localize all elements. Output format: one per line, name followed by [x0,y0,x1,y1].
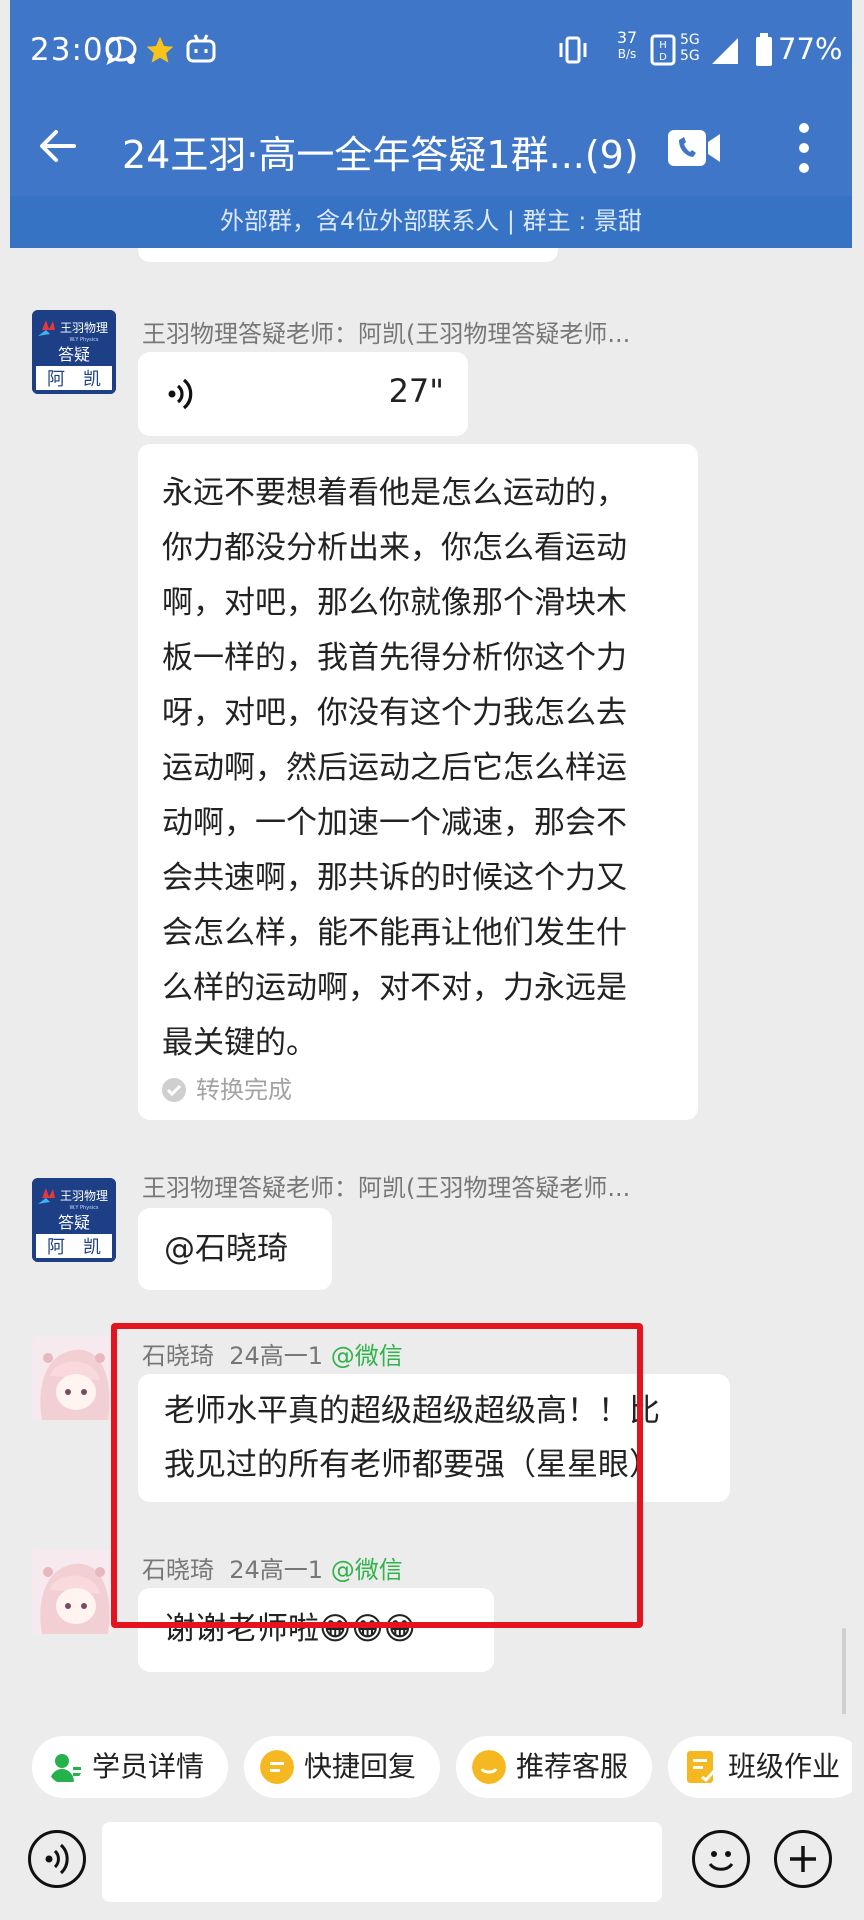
group-info-bar[interactable]: 外部群，含4位外部联系人 | 群主 : 景甜 [10,196,852,248]
voice-duration: 27" [388,372,444,410]
svg-text:阿 凯: 阿 凯 [47,1237,101,1258]
app-header: 23:00 37 B/s HD 5G 5G 77% 24王羽·高一全年答疑1群.… [10,0,852,196]
message-input[interactable] [102,1822,662,1902]
battery-icon [756,33,772,66]
user-detail-icon [50,1754,81,1782]
title-bar: 24王羽·高一全年答疑1群...(9) [10,104,852,196]
emoji-icon[interactable] [692,1830,750,1888]
group-title: 24王羽·高一全年答疑1群...(9) [122,133,639,177]
transcript-status: 转换完成 [162,1070,292,1105]
message-text: @石晓琦 [164,1231,288,1267]
text-message[interactable]: @石晓琦 [138,1208,332,1290]
signal-icon [712,38,738,64]
voice-message[interactable]: 27" [138,352,468,436]
arrow-left-icon[interactable] [34,122,82,170]
previous-message-tail [138,248,558,262]
sender-name: 王羽物理答疑老师：阿凯(王羽物理答疑老师... [142,320,631,348]
net-speed: 37 B/s [616,28,638,62]
avatar[interactable] [32,1550,116,1634]
highlight-box [111,1323,643,1628]
svg-text:王羽物理: 王羽物理 [60,1189,108,1203]
teacher-avatar-image: 王羽物理 W.Y Physics 答疑 阿 凯 [32,1178,116,1262]
scrollbar[interactable] [842,1628,846,1714]
plus-icon[interactable] [774,1830,832,1888]
input-bar [10,1818,852,1920]
chip-student-detail[interactable]: 学员详情 [32,1736,228,1798]
sender-name: 王羽物理答疑老师：阿凯(王羽物理答疑老师... [142,1174,631,1202]
chat-bubble-icon [105,36,137,65]
quick-reply-icon [260,1750,294,1784]
service-icon [472,1750,506,1784]
voice-play-icon [168,378,193,410]
svg-text:D: D [659,52,667,63]
svg-text:阿 凯: 阿 凯 [47,369,101,390]
star-icon [146,36,174,63]
screen-edge [0,0,10,1920]
chip-class-homework[interactable]: 班级作业 [668,1736,864,1798]
hd-icon: HD [650,34,676,66]
chat-list[interactable]: 王羽物理 W.Y Physics 答疑 阿 凯 王羽物理答疑老师：阿凯(王羽物理… [10,248,852,1714]
status-bar: 23:00 37 B/s HD 5G 5G 77% [10,0,852,104]
quick-action-bar: 学员详情 快捷回复 推荐客服 班级作业 [10,1714,864,1818]
student-avatar-image [32,1336,116,1420]
chip-recommend-service[interactable]: 推荐客服 [456,1736,652,1798]
chip-quick-reply[interactable]: 快捷回复 [244,1736,440,1798]
svg-text:王羽物理: 王羽物理 [60,321,108,335]
avatar[interactable] [32,1336,116,1420]
svg-text:H: H [659,40,667,51]
check-circle-icon [162,1078,186,1102]
more-vertical-icon[interactable] [790,120,818,176]
screen-edge [852,0,864,1920]
voice-input-icon[interactable] [28,1830,86,1888]
svg-text:W.Y Physics: W.Y Physics [69,1205,98,1211]
avatar[interactable]: 王羽物理 W.Y Physics 答疑 阿 凯 [32,1178,116,1262]
bilibili-icon [186,34,216,63]
video-call-icon[interactable] [666,124,722,172]
student-avatar-image [32,1550,116,1634]
svg-text:答疑: 答疑 [58,1213,90,1232]
svg-text:答疑: 答疑 [58,345,90,364]
chat-screen: 23:00 37 B/s HD 5G 5G 77% 24王羽·高一全年答疑1群.… [0,0,864,1920]
voice-transcript[interactable]: 永远不要想着看他是怎么运动的， 你力都没分析出来，你怎么看运动 啊，对吧，那么你… [138,444,698,1120]
teacher-avatar-image: 王羽物理 W.Y Physics 答疑 阿 凯 [32,310,116,394]
vibrate-icon [559,36,587,64]
battery-level: 77% [778,32,843,66]
sim-labels: 5G 5G [680,32,700,64]
homework-icon [687,1751,716,1783]
svg-text:W.Y Physics: W.Y Physics [69,337,98,343]
transcript-text: 永远不要想着看他是怎么运动的， 你力都没分析出来，你怎么看运动 啊，对吧，那么你… [162,475,627,1061]
avatar[interactable]: 王羽物理 W.Y Physics 答疑 阿 凯 [32,310,116,394]
